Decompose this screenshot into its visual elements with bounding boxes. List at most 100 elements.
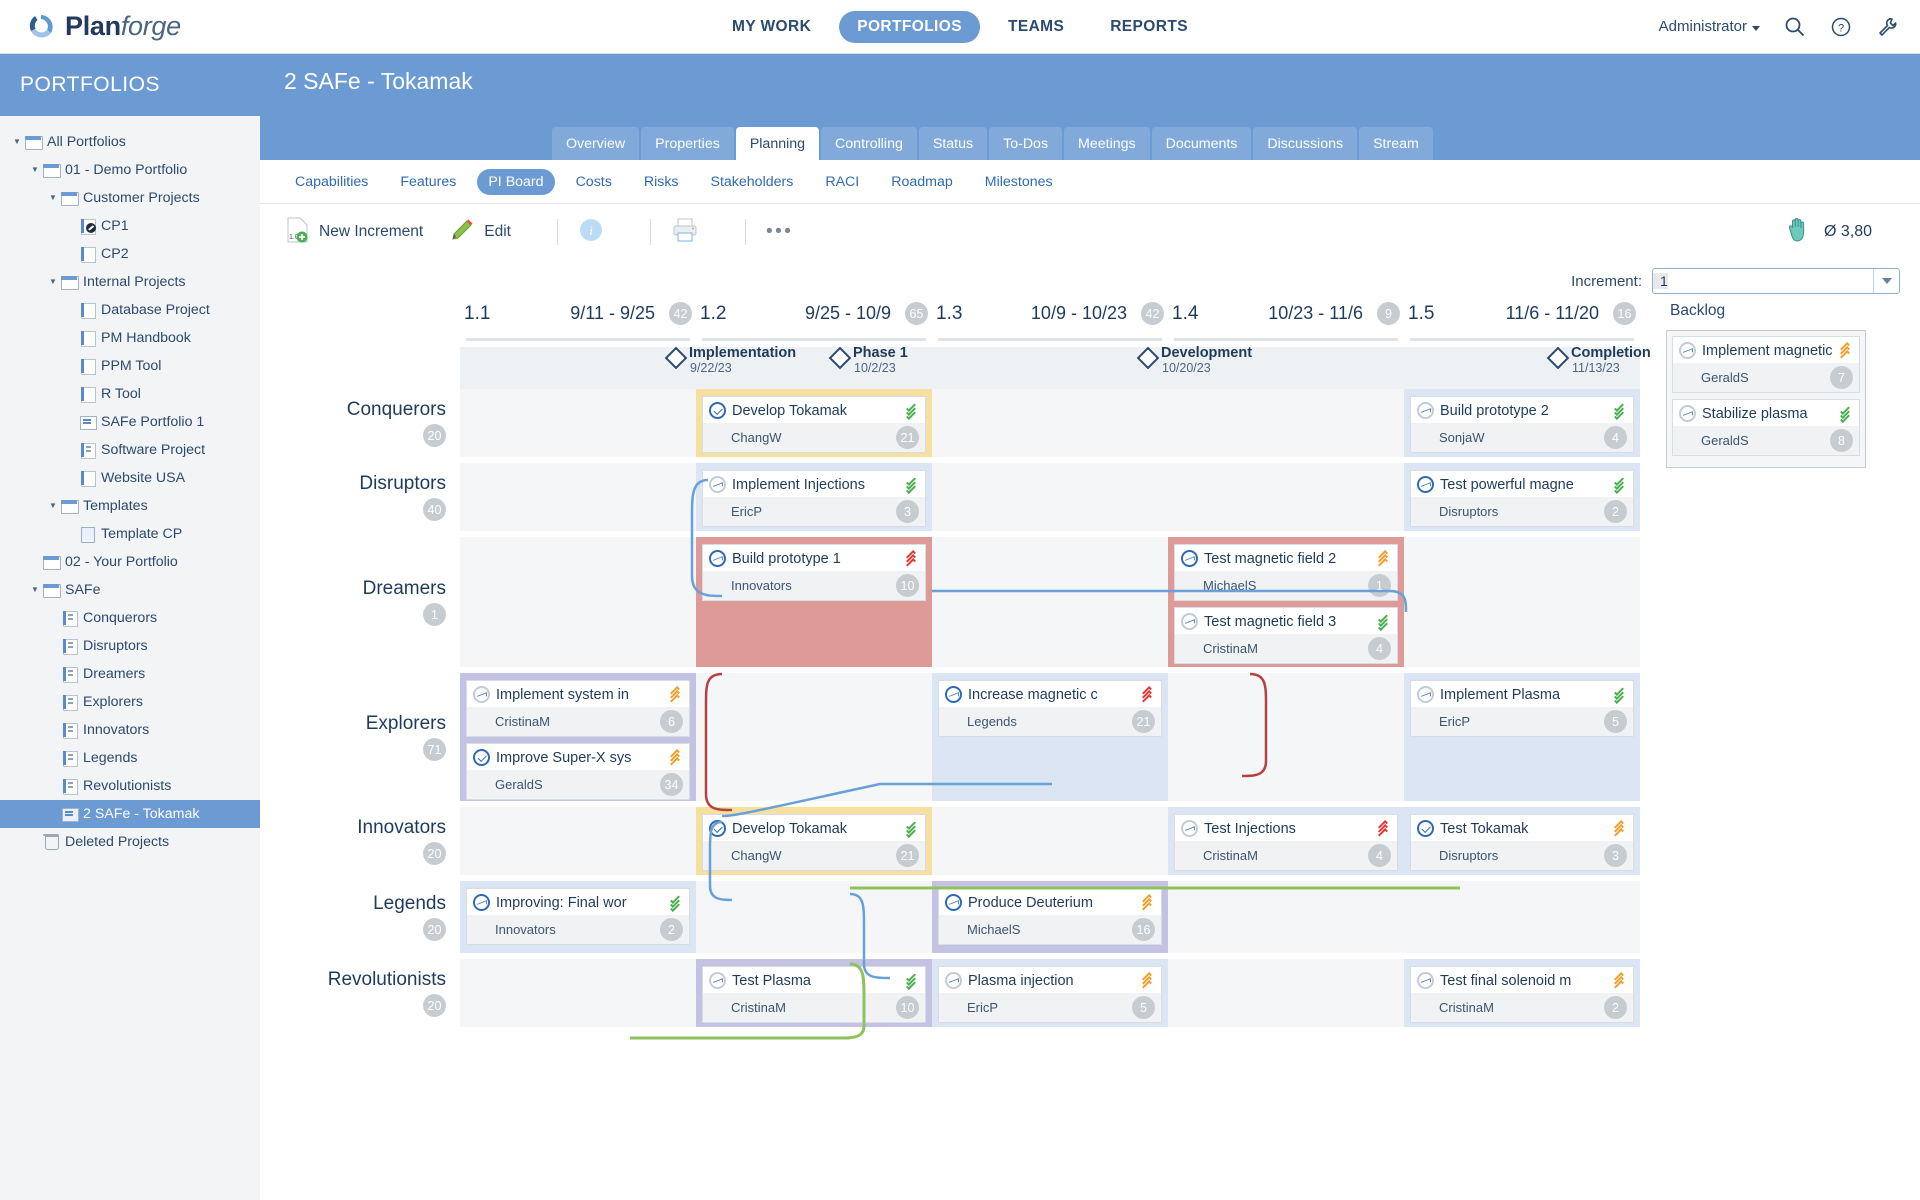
- sidebar-item-01-demo-portfolio[interactable]: ▼ 01 - Demo Portfolio: [0, 156, 260, 184]
- board-cell[interactable]: [932, 807, 1168, 875]
- board-cell[interactable]: [460, 537, 696, 667]
- board-cell[interactable]: [932, 463, 1168, 531]
- app-logo[interactable]: Planforge: [26, 11, 181, 42]
- board-cell[interactable]: Produce Deuterium MichaelS 16: [932, 881, 1168, 953]
- feature-card[interactable]: Test Injections CristinaM 4: [1174, 814, 1398, 871]
- subtab-features[interactable]: Features: [389, 169, 467, 195]
- board-cell[interactable]: Plasma injection EricP 5: [932, 959, 1168, 1027]
- board-cell[interactable]: [1168, 881, 1404, 953]
- twisty-icon[interactable]: ▼: [46, 194, 60, 202]
- chevron-down-icon[interactable]: [1873, 269, 1899, 293]
- board-cell[interactable]: [696, 881, 932, 953]
- tab-properties[interactable]: Properties: [641, 127, 734, 160]
- feature-card[interactable]: Build prototype 2 SonjaW 4: [1410, 396, 1634, 453]
- board-cell[interactable]: [460, 389, 696, 457]
- board-cell[interactable]: Test Tokamak Disruptors 3: [1404, 807, 1640, 875]
- tab-discussions[interactable]: Discussions: [1253, 127, 1358, 160]
- sidebar-item-website-usa[interactable]: Website USA: [0, 464, 260, 492]
- board-cell[interactable]: Increase magnetic c Legends 21: [932, 673, 1168, 801]
- board-cell[interactable]: [1404, 537, 1640, 667]
- print-button[interactable]: [671, 217, 699, 248]
- twisty-icon[interactable]: ▼: [46, 278, 60, 286]
- more-options-button[interactable]: •••: [766, 221, 793, 243]
- sidebar-item-revolutionists[interactable]: Revolutionists: [0, 772, 260, 800]
- feature-card[interactable]: Implement magnetic GeraldS 7: [1672, 336, 1860, 393]
- board-cell[interactable]: Implement Injections EricP 3: [696, 463, 932, 531]
- sidebar-item-internal-projects[interactable]: ▼ Internal Projects: [0, 268, 260, 296]
- sidebar-item-templates[interactable]: ▼ Templates: [0, 492, 260, 520]
- sidebar-item-conquerors[interactable]: Conquerors: [0, 604, 260, 632]
- board-cell[interactable]: Implement system in CristinaM 6 Improve …: [460, 673, 696, 801]
- edit-button[interactable]: Edit: [449, 217, 511, 248]
- subtab-capabilities[interactable]: Capabilities: [284, 169, 379, 195]
- subtab-milestones[interactable]: Milestones: [974, 169, 1064, 195]
- sidebar-item-database-project[interactable]: Database Project: [0, 296, 260, 324]
- twisty-icon[interactable]: ▼: [10, 138, 24, 146]
- feature-card[interactable]: Implement Plasma EricP 5: [1410, 680, 1634, 737]
- subtab-pi-board[interactable]: PI Board: [477, 168, 555, 195]
- board-cell[interactable]: Build prototype 2 SonjaW 4: [1404, 389, 1640, 457]
- sidebar-item-safe[interactable]: ▼ SAFe: [0, 576, 260, 604]
- board-cell[interactable]: Build prototype 1 Innovators 10: [696, 537, 932, 667]
- tab-meetings[interactable]: Meetings: [1064, 127, 1150, 160]
- feature-card[interactable]: Test magnetic field 2 MichaelS 1: [1174, 544, 1398, 601]
- tab-controlling[interactable]: Controlling: [821, 127, 917, 160]
- sidebar-item-software-project[interactable]: Software Project: [0, 436, 260, 464]
- sidebar-item-legends[interactable]: Legends: [0, 744, 260, 772]
- nav-my-work[interactable]: MY WORK: [714, 11, 829, 43]
- feature-card[interactable]: Build prototype 1 Innovators 10: [702, 544, 926, 601]
- sidebar-item-disruptors[interactable]: Disruptors: [0, 632, 260, 660]
- board-cell[interactable]: Develop Tokamak ChangW 21: [696, 807, 932, 875]
- feature-card[interactable]: Test powerful magne Disruptors 2: [1410, 470, 1634, 527]
- twisty-icon[interactable]: ▼: [28, 586, 42, 594]
- info-button[interactable]: i: [578, 217, 604, 248]
- board-cell[interactable]: Implement Plasma EricP 5: [1404, 673, 1640, 801]
- subtab-stakeholders[interactable]: Stakeholders: [700, 169, 805, 195]
- board-cell[interactable]: Test Injections CristinaM 4: [1168, 807, 1404, 875]
- feature-card[interactable]: Test final solenoid m CristinaM 2: [1410, 966, 1634, 1023]
- twisty-icon[interactable]: ▼: [46, 502, 60, 510]
- user-menu[interactable]: Administrator: [1659, 18, 1760, 35]
- feature-card[interactable]: Increase magnetic c Legends 21: [938, 680, 1162, 737]
- board-cell[interactable]: Test powerful magne Disruptors 2: [1404, 463, 1640, 531]
- milestone-implementation[interactable]: Implementation: [664, 343, 796, 370]
- feature-card[interactable]: Produce Deuterium MichaelS 16: [938, 888, 1162, 945]
- feature-card[interactable]: Develop Tokamak ChangW 21: [702, 814, 926, 871]
- sidebar-item-2-safe-tokamak[interactable]: 2 SAFe - Tokamak: [0, 800, 260, 828]
- sidebar-item-r-tool[interactable]: R Tool: [0, 380, 260, 408]
- board-cell[interactable]: [696, 673, 932, 801]
- board-cell[interactable]: [460, 807, 696, 875]
- sidebar-item-02-your-portfolio[interactable]: 02 - Your Portfolio: [0, 548, 260, 576]
- sidebar-item-explorers[interactable]: Explorers: [0, 688, 260, 716]
- nav-portfolios[interactable]: PORTFOLIOS: [839, 10, 980, 43]
- sidebar-item-dreamers[interactable]: Dreamers: [0, 660, 260, 688]
- sidebar-item-safe-portfolio-1[interactable]: SAFe Portfolio 1: [0, 408, 260, 436]
- sidebar-item-cp1[interactable]: CP1: [0, 212, 260, 240]
- sidebar-item-innovators[interactable]: Innovators: [0, 716, 260, 744]
- sidebar-item-customer-projects[interactable]: ▼ Customer Projects: [0, 184, 260, 212]
- feature-card[interactable]: Implement system in CristinaM 6: [466, 680, 690, 737]
- board-cell[interactable]: [1168, 389, 1404, 457]
- tab-overview[interactable]: Overview: [552, 127, 640, 160]
- subtab-costs[interactable]: Costs: [565, 169, 623, 195]
- nav-teams[interactable]: TEAMS: [990, 11, 1082, 43]
- feature-card[interactable]: Test magnetic field 3 CristinaM 4: [1174, 607, 1398, 664]
- sidebar-item-template-cp[interactable]: Template CP: [0, 520, 260, 548]
- feature-card[interactable]: Test Plasma CristinaM 10: [702, 966, 926, 1023]
- board-cell[interactable]: Test magnetic field 2 MichaelS 1 Test ma…: [1168, 537, 1404, 667]
- feature-card[interactable]: Implement Injections EricP 3: [702, 470, 926, 527]
- sidebar-item-all-portfolios[interactable]: ▼ All Portfolios: [0, 128, 260, 156]
- subtab-roadmap[interactable]: Roadmap: [880, 169, 964, 195]
- board-cell[interactable]: [932, 537, 1168, 667]
- board-cell[interactable]: Test final solenoid m CristinaM 2: [1404, 959, 1640, 1027]
- tab-status[interactable]: Status: [918, 127, 988, 160]
- sidebar-item-deleted-projects[interactable]: Deleted Projects: [0, 828, 260, 856]
- tab-documents[interactable]: Documents: [1151, 127, 1252, 160]
- tab-planning[interactable]: Planning: [735, 127, 820, 160]
- feature-card[interactable]: Develop Tokamak ChangW 21: [702, 396, 926, 453]
- board-cell[interactable]: [1168, 463, 1404, 531]
- board-cell[interactable]: Develop Tokamak ChangW 21: [696, 389, 932, 457]
- board-cell[interactable]: [460, 463, 696, 531]
- board-cell[interactable]: [932, 389, 1168, 457]
- twisty-icon[interactable]: ▼: [28, 166, 42, 174]
